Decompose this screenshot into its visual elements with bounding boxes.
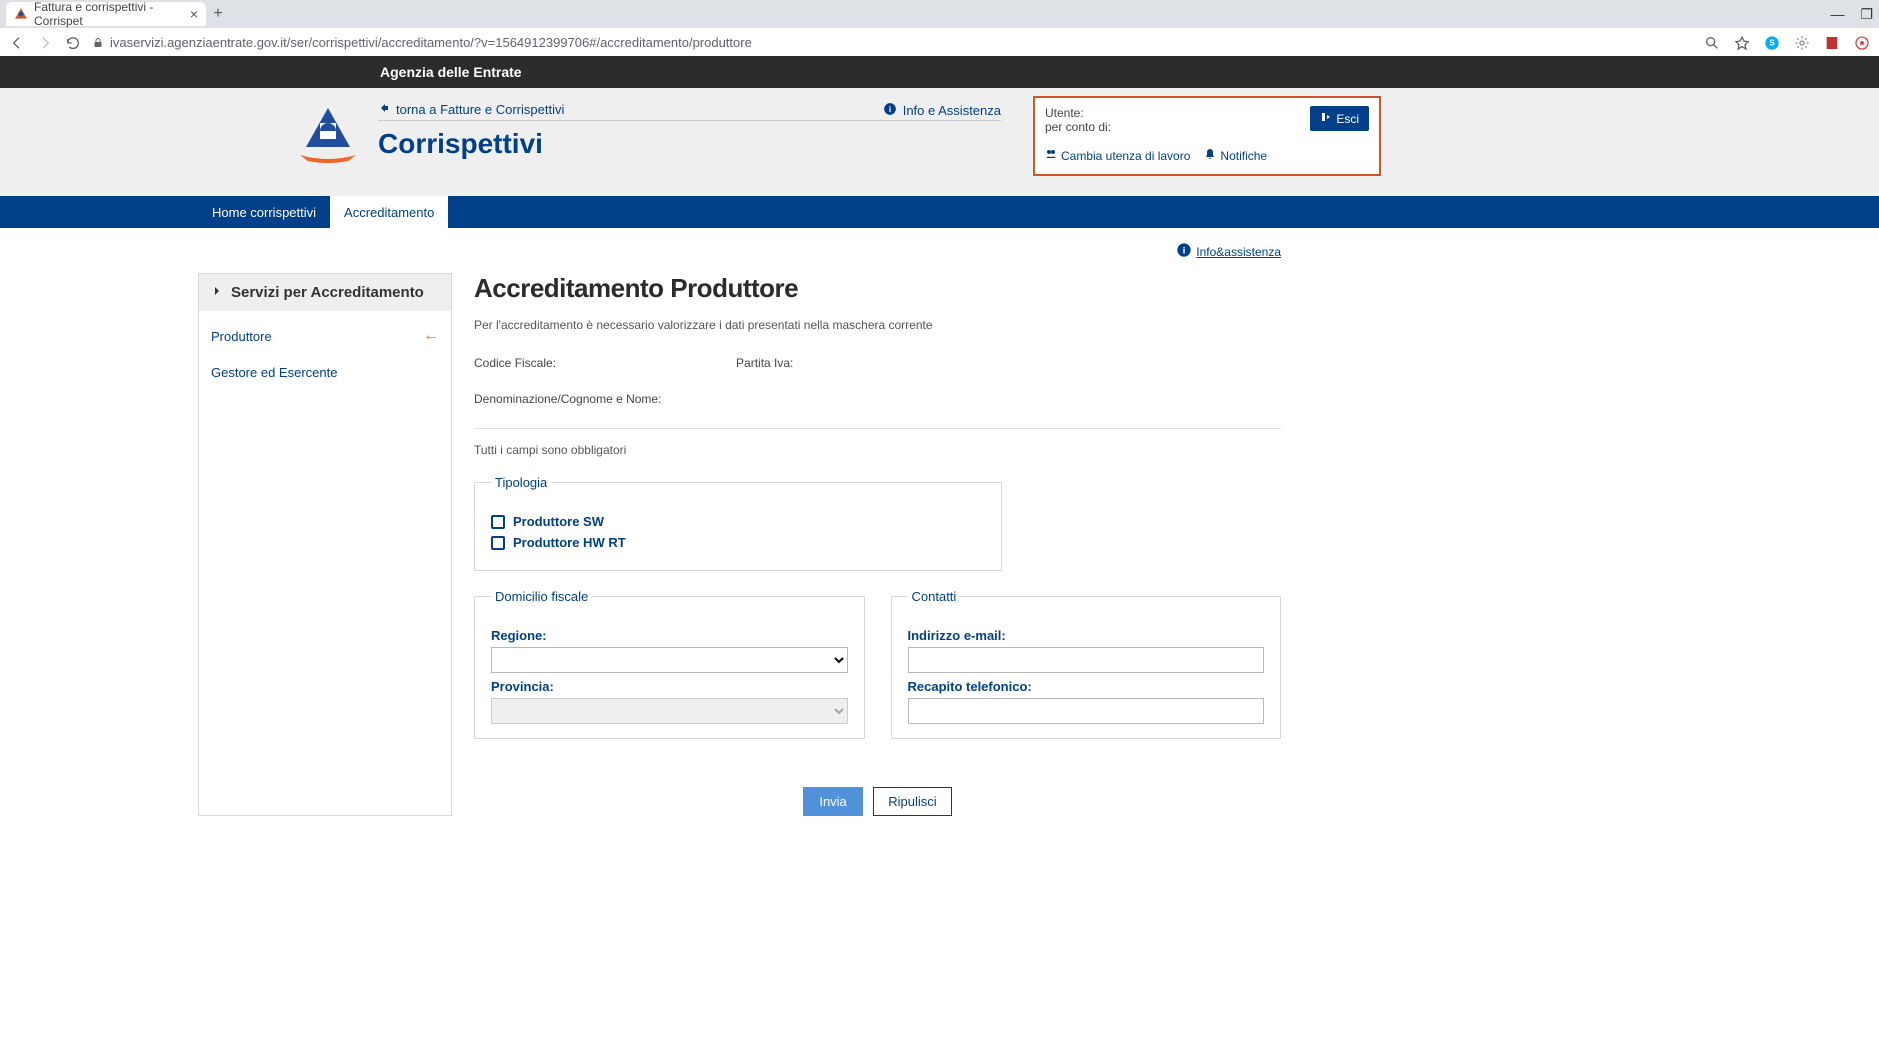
pdf-icon[interactable]: [1823, 34, 1841, 52]
arrow-left-active-icon: ←: [423, 327, 439, 345]
user-label: Utente:: [1045, 106, 1111, 120]
svg-text:i: i: [1183, 245, 1186, 255]
skype-icon[interactable]: S: [1763, 34, 1781, 52]
close-tab-icon[interactable]: ×: [190, 6, 198, 22]
divider: [378, 120, 1001, 121]
regione-select[interactable]: [491, 647, 848, 673]
gear-icon[interactable]: [1793, 34, 1811, 52]
minimize-icon[interactable]: —: [1830, 6, 1844, 22]
address-bar[interactable]: ivaservizi.agenziaentrate.gov.it/ser/cor…: [92, 35, 1693, 50]
submit-button[interactable]: Invia: [803, 787, 862, 816]
sidebar-title: Servizi per Accreditamento: [231, 284, 424, 301]
page-header: torna a Fatture e Corrispettivi Corrispe…: [0, 88, 1879, 196]
agency-bar: Agenzia delle Entrate: [0, 56, 1879, 88]
tel-field[interactable]: [908, 698, 1265, 724]
forward-icon[interactable]: [36, 34, 54, 52]
sidebar-item-label: Gestore ed Esercente: [211, 365, 337, 380]
on-behalf-label: per conto di:: [1045, 120, 1111, 134]
svg-text:S: S: [1769, 38, 1775, 47]
cf-label: Codice Fiscale:: [474, 356, 556, 370]
svg-text:i: i: [889, 105, 891, 114]
provincia-label: Provincia:: [491, 679, 848, 694]
check-label-sw: Produttore SW: [513, 514, 604, 529]
info-icon: i: [1176, 242, 1192, 261]
legend-contatti: Contatti: [908, 589, 961, 604]
legend-tipologia: Tipologia: [491, 475, 551, 490]
help-link-label: Info&assistenza: [1196, 245, 1281, 259]
agency-logo-icon: [298, 103, 358, 163]
back-link-label: torna a Fatture e Corrispettivi: [396, 102, 564, 117]
logout-label: Esci: [1336, 112, 1359, 126]
piva-label: Partita Iva:: [736, 356, 793, 370]
mandatory-note: Tutti i campi sono obbligatori: [474, 443, 1281, 457]
info-assistance-label: Info e Assistenza: [903, 103, 1001, 118]
page-title: Accreditamento Produttore: [474, 273, 1281, 304]
regione-label: Regione:: [491, 628, 848, 643]
user-box: Utente: per conto di: Esci Cambia utenza…: [1033, 96, 1381, 176]
sidebar: Servizi per Accreditamento Produttore ← …: [198, 273, 452, 816]
tab-title: Fattura e corrispettivi - Corrispet: [34, 0, 178, 28]
favicon-icon: [14, 7, 28, 21]
users-icon: [1045, 148, 1057, 163]
checkbox-produttore-sw[interactable]: [491, 515, 505, 529]
logout-icon: [1320, 111, 1332, 126]
fieldset-domicilio: Domicilio fiscale Regione: Provincia:: [474, 589, 865, 739]
notifications-label: Notifiche: [1220, 149, 1267, 163]
arrow-left-icon: [378, 102, 390, 117]
checkbox-produttore-hwrt[interactable]: [491, 536, 505, 550]
app-title: Corrispettivi: [378, 128, 543, 160]
check-label-hwrt: Produttore HW RT: [513, 535, 626, 550]
help-link[interactable]: i Info&assistenza: [1176, 242, 1281, 261]
page-description: Per l'accreditamento è necessario valori…: [474, 318, 1281, 332]
chevron-right-icon: [211, 284, 223, 301]
reset-button[interactable]: Ripulisci: [873, 787, 951, 816]
notifications-link[interactable]: Notifiche: [1204, 148, 1267, 163]
back-icon[interactable]: [8, 34, 26, 52]
tab-accreditamento[interactable]: Accreditamento: [330, 196, 448, 228]
sidebar-item-gestore[interactable]: Gestore ed Esercente: [199, 355, 451, 390]
lock-icon: [92, 37, 104, 49]
tab-home-corrispettivi[interactable]: Home corrispettivi: [198, 196, 330, 228]
reload-icon[interactable]: [64, 34, 82, 52]
main-content: Accreditamento Produttore Per l'accredit…: [474, 273, 1281, 816]
email-field[interactable]: [908, 647, 1265, 673]
fieldset-contatti: Contatti Indirizzo e-mail: Recapito tele…: [891, 589, 1282, 739]
extension-icon[interactable]: [1853, 34, 1871, 52]
legend-domicilio: Domicilio fiscale: [491, 589, 592, 604]
sidebar-item-label: Produttore: [211, 329, 272, 344]
back-link[interactable]: torna a Fatture e Corrispettivi: [378, 102, 564, 117]
info-icon: i: [883, 102, 897, 119]
info-assistance-link[interactable]: i Info e Assistenza: [883, 102, 1001, 119]
provincia-select[interactable]: [491, 698, 848, 724]
sidebar-heading: Servizi per Accreditamento: [199, 274, 451, 311]
url-text: ivaservizi.agenziaentrate.gov.it/ser/cor…: [110, 35, 752, 50]
change-user-label: Cambia utenza di lavoro: [1061, 149, 1190, 163]
new-tab-button[interactable]: +: [206, 2, 230, 26]
sidebar-item-produttore[interactable]: Produttore ←: [199, 317, 451, 355]
tel-label: Recapito telefonico:: [908, 679, 1265, 694]
bell-icon: [1204, 148, 1216, 163]
fieldset-tipologia: Tipologia Produttore SW Produttore HW RT: [474, 475, 1002, 571]
star-icon[interactable]: [1733, 34, 1751, 52]
browser-tab[interactable]: Fattura e corrispettivi - Corrispet ×: [6, 2, 206, 26]
browser-chrome: Fattura e corrispettivi - Corrispet × + …: [0, 0, 1879, 56]
logout-button[interactable]: Esci: [1310, 106, 1369, 131]
main-nav: Home corrispettivi Accreditamento: [0, 196, 1879, 228]
zoom-icon[interactable]: [1703, 34, 1721, 52]
change-user-link[interactable]: Cambia utenza di lavoro: [1045, 148, 1190, 163]
divider: [474, 428, 1281, 429]
maximize-icon[interactable]: ❐: [1860, 6, 1873, 23]
email-label: Indirizzo e-mail:: [908, 628, 1265, 643]
agency-name: Agenzia delle Entrate: [380, 64, 522, 80]
denom-label: Denominazione/Cognome e Nome:: [474, 392, 1281, 406]
